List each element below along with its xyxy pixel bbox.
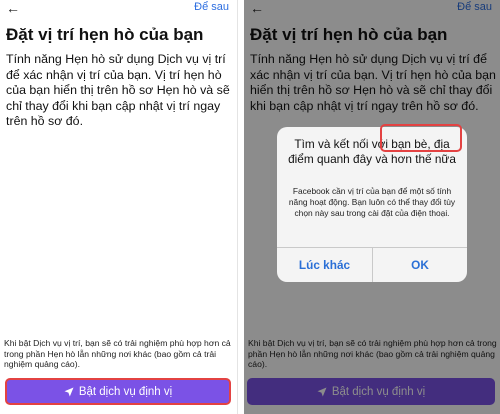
screen-right: ← Để sau Đặt vị trí hẹn hò của bạn Tính … [244,0,500,414]
navigation-arrow-icon [64,387,74,396]
screen-left: ← Để sau Đặt vị trí hẹn hò của bạn Tính … [0,0,238,414]
dialog-later-button[interactable]: Lúc khác [277,248,372,282]
ok-highlight-outline [380,124,462,152]
page-title: Đặt vị trí hẹn hò của bạn [6,25,204,44]
dialog-message: Facebook cần vị trí của bạn để một số tí… [288,186,456,218]
enable-location-label: Bật dịch vụ định vị [78,385,173,398]
page-description: Tính năng Hẹn hò sử dụng Dịch vụ vị trí … [6,52,230,128]
location-footnote: Khi bật Dịch vụ vị trí, bạn sẽ có trải n… [4,338,231,369]
back-arrow-icon[interactable]: ← [6,1,20,15]
skip-link[interactable]: Để sau [194,1,229,13]
enable-location-button[interactable]: Bật dịch vụ định vị [5,378,231,405]
dialog-ok-button[interactable]: OK [373,248,467,282]
